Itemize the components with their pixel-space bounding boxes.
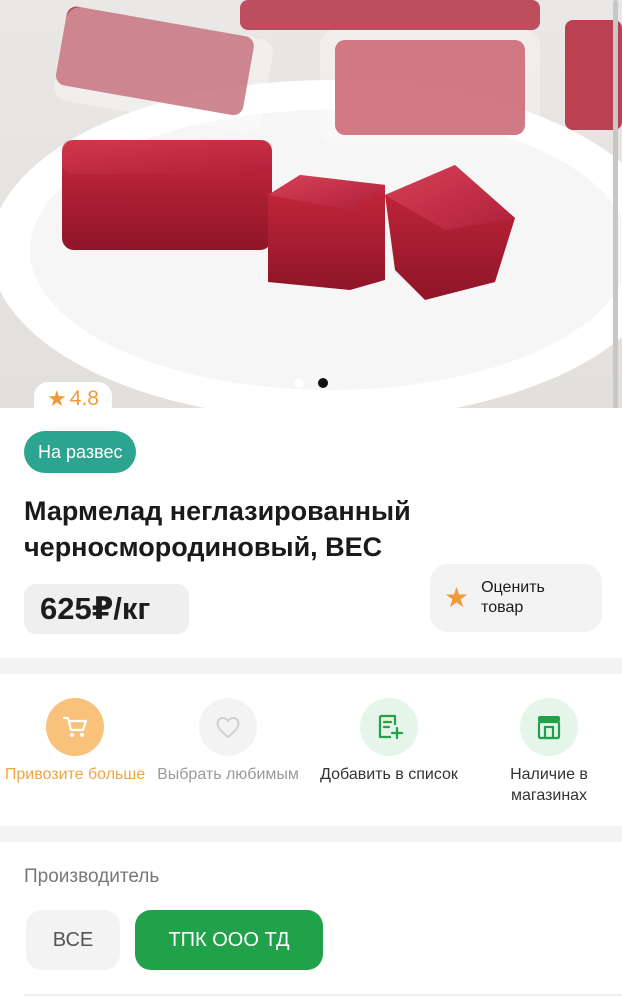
star-icon: ★ [47,386,67,411]
weight-badge: На развес [24,431,137,473]
favorite-button[interactable]: Выбрать любимым [153,698,303,785]
store-availability-button[interactable]: Наличие в магазинах [474,698,622,806]
gallery-dot[interactable] [294,378,304,388]
action-label: Привозите больше [4,766,146,783]
product-title: Мармелад неглазированный черносмородинов… [24,496,411,562]
section-divider [0,658,622,674]
action-label: Наличие в магазинах [510,766,588,804]
section-divider [0,826,622,842]
divider [24,994,622,996]
product-image[interactable] [0,0,622,408]
action-label: Выбрать любимым [157,766,299,783]
product-price: 625₽/кг [24,584,189,634]
cart-icon [62,716,88,737]
add-to-list-icon [378,714,404,740]
rate-product-button[interactable]: ★ Оценить товар [430,564,602,632]
action-bar: Привозите больше Выбрать любимым Добавит… [0,674,622,826]
manufacturer-section: Производитель ВСЕ ТПК ООО ТД [0,842,622,1000]
action-circle [520,698,578,756]
manufacturer-title: Производитель [24,866,160,887]
manufacturer-chip-all[interactable]: ВСЕ [26,910,120,970]
action-circle [199,698,257,756]
action-circle [360,698,418,756]
scrollbar[interactable] [613,0,618,440]
rate-product-label: Оценить товар [481,579,545,616]
action-label: Добавить в список [320,766,458,783]
manufacturer-chip-selected[interactable]: ТПК ООО ТД [135,910,323,970]
bring-more-button[interactable]: Привозите больше [0,698,150,785]
heart-icon [216,717,240,739]
store-icon [537,716,561,740]
add-to-list-button[interactable]: Добавить в список [314,698,464,785]
marmalade-photo [0,0,622,408]
gallery-dot-active[interactable] [318,378,328,388]
star-icon: ★ [444,582,470,613]
product-info: На развес Мармелад неглазированный черно… [0,408,622,658]
action-circle [46,698,104,756]
